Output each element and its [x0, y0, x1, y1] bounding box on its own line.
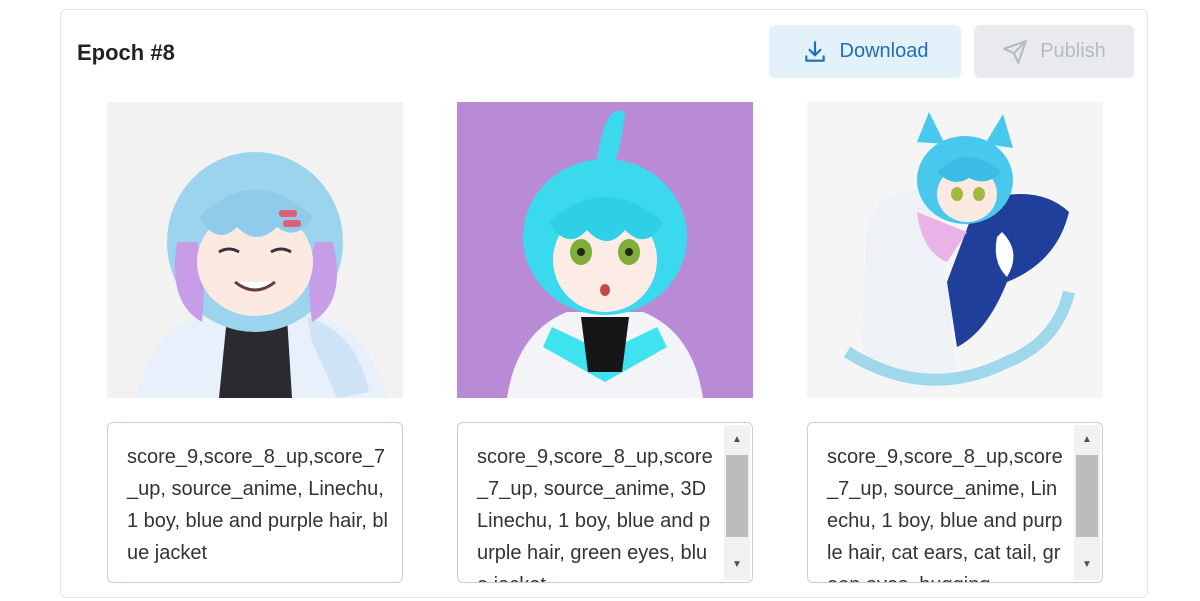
prompt-text-3: score_9,score_8_up,score_7_up, source_an… [827, 446, 1063, 582]
epoch-card: Epoch #8 Download Publish score_9,score_… [60, 9, 1148, 598]
generated-image-2[interactable] [457, 102, 753, 398]
generated-image-1[interactable] [107, 102, 403, 398]
scroll-down-arrow-icon[interactable]: ▼ [1074, 554, 1100, 574]
download-icon [804, 40, 825, 62]
epoch-title: Epoch #8 [77, 40, 175, 65]
scroll-up-arrow-icon[interactable]: ▲ [724, 429, 750, 449]
prompt-textarea-1[interactable]: score_9,score_8_up,score_7_up, source_an… [107, 422, 403, 583]
prompt-scrollbar-3[interactable]: ▲ ▼ [1074, 425, 1100, 580]
send-icon [1003, 39, 1028, 64]
prompt-text-1: score_9,score_8_up,score_7_up, source_an… [127, 446, 388, 564]
download-label: Download [839, 40, 929, 62]
scroll-down-arrow-icon[interactable]: ▼ [724, 554, 750, 574]
publish-label: Publish [1040, 40, 1106, 62]
prompt-textarea-2[interactable]: score_9,score_8_up,score_7_up, source_an… [457, 422, 753, 583]
prompt-textarea-3[interactable]: score_9,score_8_up,score_7_up, source_an… [807, 422, 1103, 583]
prompt-text-2: score_9,score_8_up,score_7_up, source_an… [477, 446, 713, 582]
scroll-thumb[interactable] [726, 455, 748, 537]
generated-image-3[interactable] [807, 102, 1103, 398]
prompt-scrollbar-2[interactable]: ▲ ▼ [724, 425, 750, 580]
scroll-up-arrow-icon[interactable]: ▲ [1074, 429, 1100, 449]
scroll-thumb[interactable] [1076, 455, 1098, 537]
publish-button[interactable]: Publish [974, 25, 1134, 78]
download-button[interactable]: Download [769, 25, 961, 78]
